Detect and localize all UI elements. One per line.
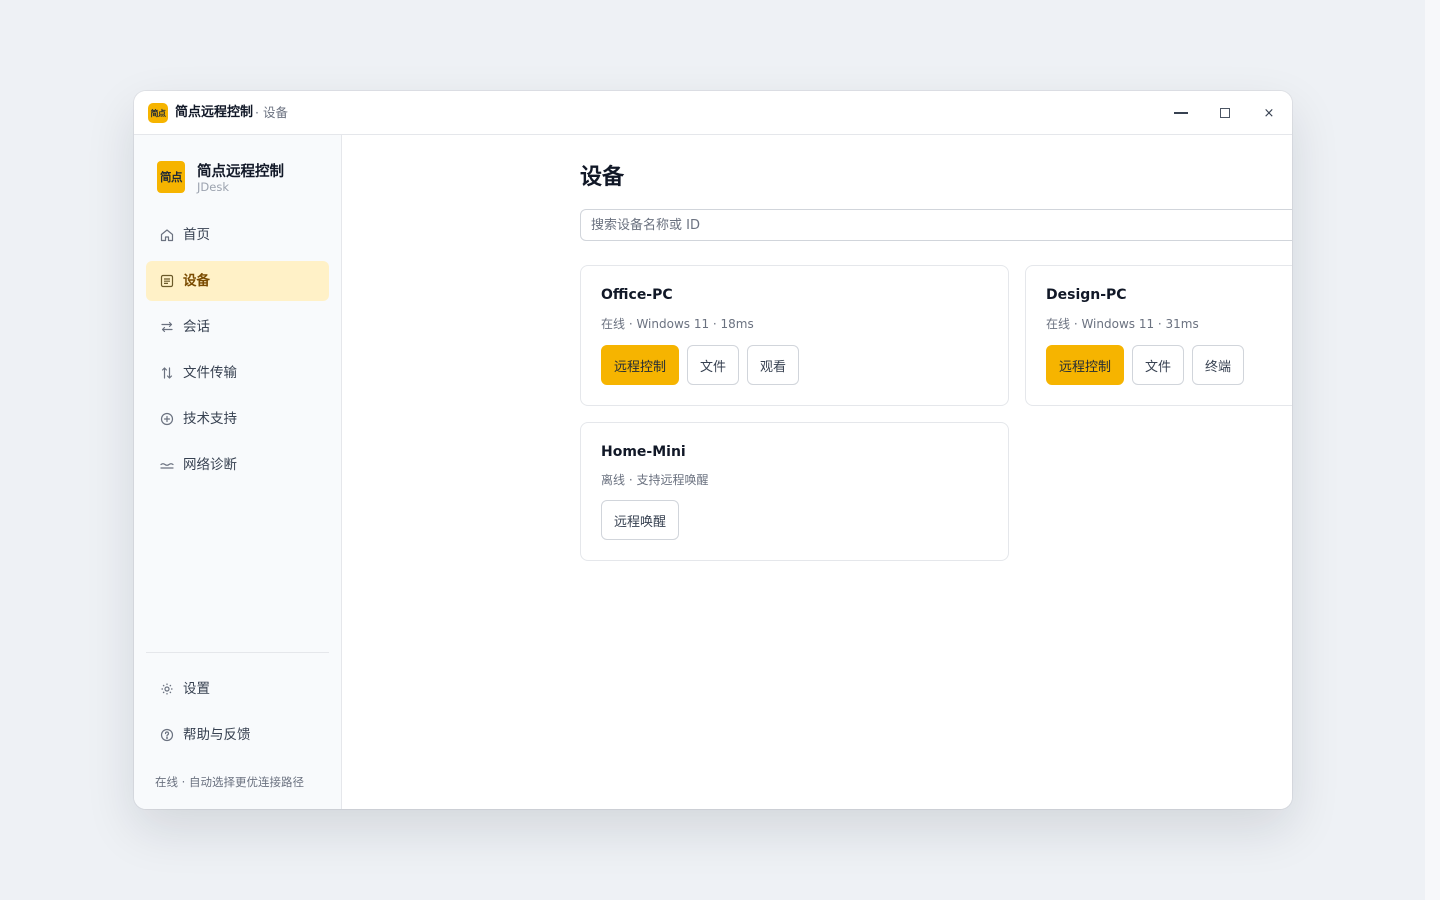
device-status: 离线 · 支持远程唤醒 — [601, 473, 709, 487]
minimize-icon — [1174, 112, 1188, 114]
files-button[interactable]: 文件 — [1132, 345, 1185, 385]
maximize-icon — [1220, 108, 1230, 118]
device-actions: 远程唤醒 — [601, 500, 680, 540]
search-input[interactable] — [580, 209, 1292, 241]
device-card-office-pc: Office-PC 在线 · Windows 11 · 18ms 远程控制 文件… — [580, 265, 1009, 406]
home-icon — [160, 228, 174, 242]
sidebar-item-label: 文件传输 — [183, 365, 237, 381]
device-status: 在线 · Windows 11 · 31ms — [1046, 317, 1199, 331]
brand-name: 简点远程控制 — [197, 164, 284, 180]
sidebar-item-home[interactable]: 首页 — [146, 215, 329, 255]
minimize-button[interactable] — [1167, 99, 1195, 127]
swap-arrows-icon — [160, 320, 174, 334]
sidebar-item-label: 设备 — [183, 273, 210, 289]
sidebar: 简点 简点远程控制 JDesk 首页 设备 会话 文件传输 技术支持 网络诊断 … — [134, 135, 342, 809]
support-plus-icon — [160, 412, 174, 426]
page-title: 设备 — [580, 165, 625, 190]
page-crumb: · 设备 — [255, 105, 288, 120]
device-name: Office-PC — [601, 287, 673, 303]
device-status: 在线 · Windows 11 · 18ms — [601, 317, 754, 331]
close-icon: × — [1263, 105, 1275, 121]
wake-on-lan-button[interactable]: 远程唤醒 — [601, 500, 680, 540]
sidebar-item-label: 首页 — [183, 227, 210, 243]
files-button[interactable]: 文件 — [687, 345, 740, 385]
sidebar-divider — [146, 652, 329, 653]
sidebar-item-label: 网络诊断 — [183, 457, 237, 473]
transfer-icon — [160, 366, 174, 380]
sidebar-item-label: 帮助与反馈 — [183, 727, 251, 743]
sidebar-item-network-diagnosis[interactable]: 网络诊断 — [146, 445, 329, 485]
sidebar-item-sessions[interactable]: 会话 — [146, 307, 329, 347]
watch-button[interactable]: 观看 — [747, 345, 800, 385]
maximize-button[interactable] — [1211, 99, 1239, 127]
brand-logo: 简点 — [157, 161, 185, 193]
gear-icon — [160, 682, 174, 696]
app-window: 简点 简点远程控制 · 设备 × 简点 简点远程控制 JDesk 首页 设备 会… — [134, 91, 1292, 809]
terminal-button[interactable]: 终端 — [1192, 345, 1245, 385]
device-name: Home-Mini — [601, 444, 686, 460]
device-name: Design-PC — [1046, 287, 1127, 303]
help-icon — [160, 728, 174, 742]
remote-control-button[interactable]: 远程控制 — [1046, 345, 1125, 385]
brand-subtitle: JDesk — [197, 180, 229, 194]
network-wave-icon — [160, 458, 174, 472]
sidebar-item-settings[interactable]: 设置 — [146, 669, 329, 709]
device-card-home-mini: Home-Mini 离线 · 支持远程唤醒 远程唤醒 — [580, 422, 1009, 561]
sidebar-item-help[interactable]: 帮助与反馈 — [146, 715, 329, 755]
sidebar-item-file-transfer[interactable]: 文件传输 — [146, 353, 329, 393]
main-content: 设备 Office-PC 在线 · Windows 11 · 18ms 远程控制… — [342, 135, 1292, 809]
sidebar-item-label: 设置 — [183, 681, 210, 697]
device-list-icon — [160, 274, 174, 288]
sidebar-item-devices[interactable]: 设备 — [146, 261, 329, 301]
title-bar[interactable]: 简点 简点远程控制 · 设备 × — [134, 91, 1292, 135]
remote-control-button[interactable]: 远程控制 — [601, 345, 680, 385]
sidebar-item-support[interactable]: 技术支持 — [146, 399, 329, 439]
device-card-design-pc: Design-PC 在线 · Windows 11 · 31ms 远程控制 文件… — [1025, 265, 1292, 406]
app-logo: 简点 — [148, 103, 168, 123]
close-button[interactable]: × — [1255, 99, 1283, 127]
app-title: 简点远程控制 — [175, 105, 254, 120]
connection-status: 在线 · 自动选择更优连接路径 — [155, 775, 304, 789]
sidebar-item-label: 会话 — [183, 319, 210, 335]
desktop-edge-strip — [1425, 0, 1440, 900]
sidebar-item-label: 技术支持 — [183, 411, 237, 427]
device-actions: 远程控制 文件 观看 — [601, 345, 800, 385]
device-actions: 远程控制 文件 终端 — [1046, 345, 1245, 385]
